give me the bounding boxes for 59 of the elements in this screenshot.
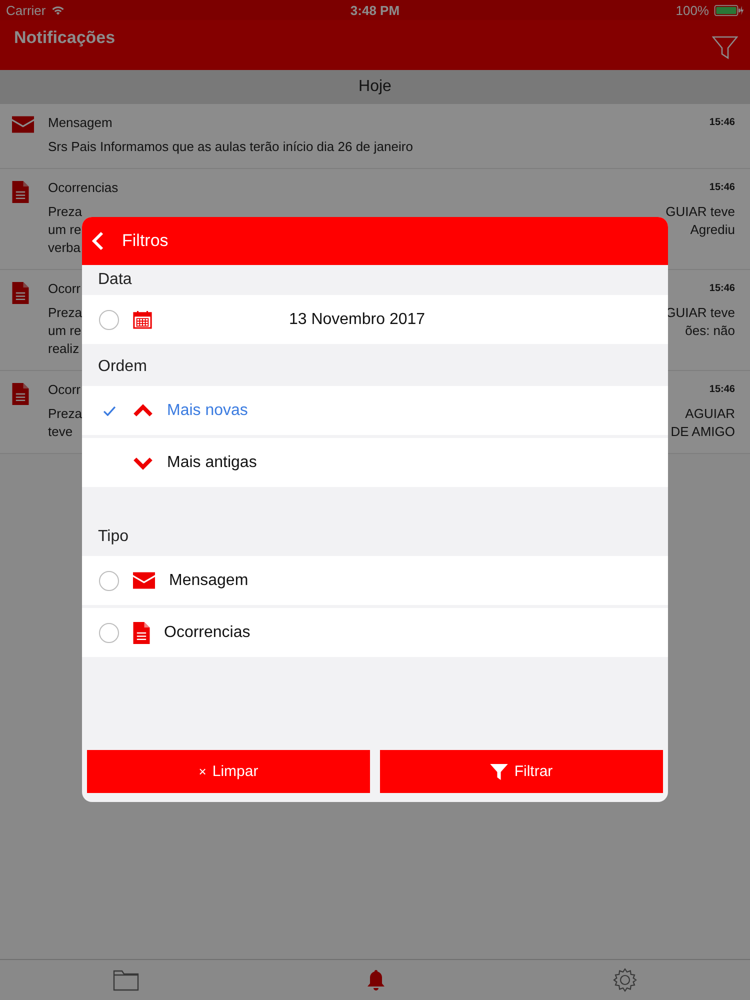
notification-text: AGUIAR xyxy=(685,405,735,423)
notification-text: um re xyxy=(48,221,82,239)
section-label: Ordem xyxy=(97,356,148,376)
envelope-icon xyxy=(12,116,34,133)
notification-title: Ocorr xyxy=(48,382,80,396)
notification-text: Preza xyxy=(48,203,82,221)
notification-text: Srs Pais Informamos que as aulas terão início dia 26 de janeiro xyxy=(48,138,413,156)
envelope-icon xyxy=(133,572,155,589)
back-icon[interactable] xyxy=(92,231,104,251)
filter-button[interactable]: Filtrar xyxy=(380,750,663,793)
notification-time: 15:46 xyxy=(709,116,735,128)
notification-text: ões: não xyxy=(685,322,735,340)
notification-time: 15:46 xyxy=(709,384,735,394)
filter-icon xyxy=(490,764,508,780)
tab-item[interactable] xyxy=(610,966,639,994)
type-label: Ocorrencias xyxy=(164,624,250,642)
notification-text: Preza xyxy=(48,405,82,423)
radio-button[interactable] xyxy=(99,570,119,590)
notification-text: verba xyxy=(48,239,82,257)
document-icon xyxy=(12,282,29,304)
notification-title: Ocorr xyxy=(48,280,80,296)
notification-text: Agrediu xyxy=(690,221,735,239)
radio-button[interactable] xyxy=(99,622,119,642)
page-title: Notificações xyxy=(14,28,116,48)
notification-text: um re xyxy=(48,322,82,340)
document-icon xyxy=(12,383,29,405)
battery-icon xyxy=(714,4,744,16)
order-option[interactable]: Mais antigas xyxy=(82,438,668,487)
notification-text: GUIAR teve xyxy=(666,203,735,221)
order-option[interactable]: Mais novas xyxy=(82,386,668,435)
wifi-icon xyxy=(50,4,65,16)
battery-percent: 100% xyxy=(676,2,709,18)
notification-time: 15:46 xyxy=(709,182,735,192)
notification-time: 15:46 xyxy=(709,282,735,294)
notification-title: Mensagem xyxy=(48,114,112,130)
chevron-down-icon xyxy=(133,454,153,470)
document-icon xyxy=(133,622,150,644)
folder-icon xyxy=(113,969,140,991)
section-header: Hoje xyxy=(0,70,750,104)
document-icon xyxy=(12,181,29,203)
gear-icon xyxy=(612,968,637,992)
section-label: Tipo xyxy=(97,526,130,546)
radio-button[interactable] xyxy=(99,310,119,330)
type-label: Mensagem xyxy=(169,572,248,590)
notification-text: teve xyxy=(48,423,74,441)
checkmark-icon xyxy=(102,406,116,416)
dialog-title: Filtros xyxy=(122,231,168,251)
calendar-icon xyxy=(133,310,152,329)
notification-title: Ocorrencias xyxy=(48,180,118,194)
bell-icon xyxy=(366,969,386,991)
chevron-up-icon xyxy=(133,402,153,418)
notification-text: realiz xyxy=(48,340,80,358)
section-label: Data xyxy=(97,270,133,290)
notification-text: Preza xyxy=(48,304,82,322)
clear-button[interactable]: × Limpar xyxy=(87,750,370,793)
filter-icon[interactable] xyxy=(712,36,738,60)
carrier-label: Carrier xyxy=(6,2,46,18)
notification-text: DE AMIGO xyxy=(670,423,735,441)
clock: 3:48 PM xyxy=(350,2,400,18)
